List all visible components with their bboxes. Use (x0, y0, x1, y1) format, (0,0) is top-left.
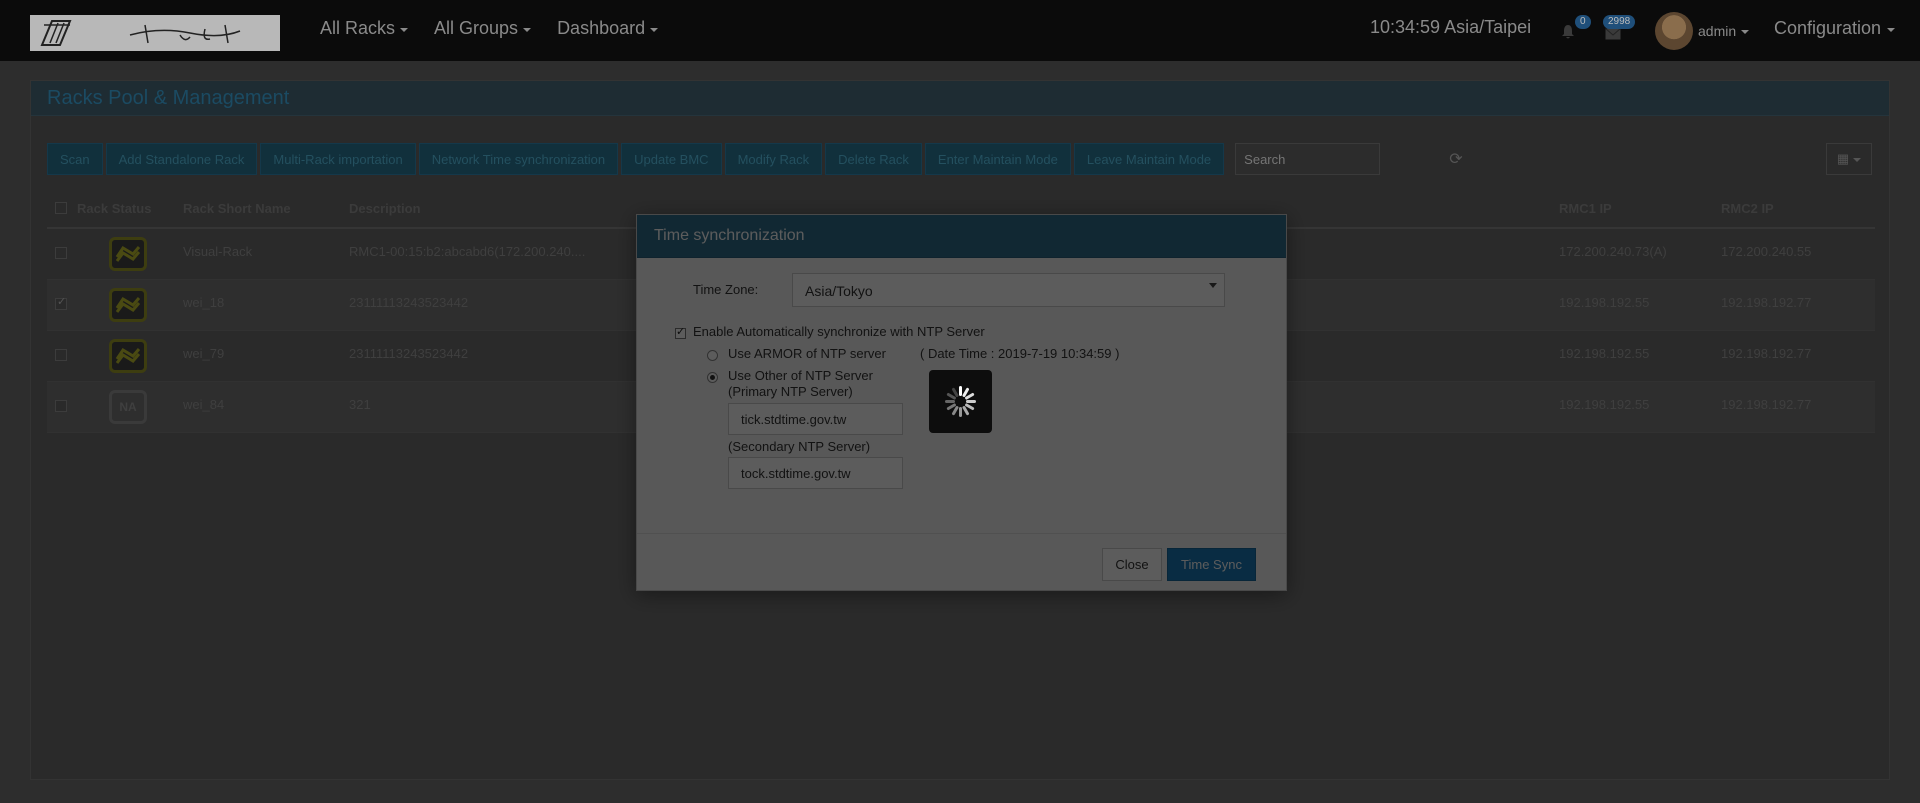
menu-all-groups[interactable]: All Groups (434, 18, 532, 39)
use-other-ntp-radio[interactable] (707, 372, 718, 383)
header-rack-name[interactable]: Rack Short Name (183, 201, 291, 216)
header-rmc1-ip[interactable]: RMC1 IP (1559, 201, 1612, 216)
menu-dashboard[interactable]: Dashboard (557, 18, 659, 39)
user-menu[interactable]: admin (1698, 23, 1750, 39)
leave-maintain-mode-button[interactable]: Leave Maintain Mode (1073, 143, 1225, 175)
rack-rmc2-ip: 172.200.240.55 (1721, 244, 1812, 259)
select-all-checkbox[interactable] (55, 202, 67, 214)
menu-dashboard-label: Dashboard (557, 18, 646, 38)
delete-rack-button[interactable]: Delete Rack (825, 143, 922, 175)
header-description[interactable]: Description (349, 201, 421, 216)
loading-spinner (929, 370, 992, 433)
date-time-readout: ( Date Time : 2019-7-19 10:34:59 ) (920, 346, 1120, 361)
alerts-badge[interactable]: 0 (1575, 15, 1591, 29)
chevron-down-icon (1741, 30, 1750, 34)
main-menu: All Racks All Groups Dashboard (320, 18, 659, 39)
header-rack-status[interactable]: Rack Status (77, 201, 151, 216)
rack-status-na-icon: NA (109, 390, 147, 424)
chevron-down-icon (1209, 283, 1217, 288)
configuration-label: Configuration (1774, 18, 1882, 38)
menu-all-racks[interactable]: All Racks (320, 18, 409, 39)
timezone-select[interactable]: Asia/Tokyo (792, 273, 1225, 307)
grid-icon: ▦ (1836, 151, 1850, 166)
update-bmc-button[interactable]: Update BMC (621, 143, 722, 175)
rack-toolbar: Scan Add Standalone Rack Multi-Rack impo… (47, 143, 1381, 175)
enter-maintain-mode-button[interactable]: Enter Maintain Mode (924, 143, 1071, 175)
close-button[interactable]: Close (1102, 548, 1162, 581)
multi-rack-import-button[interactable]: Multi-Rack importation (260, 143, 416, 175)
rack-description: 321 (349, 397, 371, 412)
rack-rmc1-ip: 192.198.192.55 (1559, 397, 1650, 412)
chevron-down-icon (1887, 27, 1896, 32)
envelope-icon[interactable] (1605, 28, 1621, 40)
row-checkbox[interactable] (55, 349, 67, 361)
configuration-menu[interactable]: Configuration (1774, 18, 1896, 39)
user-name: admin (1698, 23, 1737, 39)
rack-name: wei_79 (183, 346, 225, 361)
rack-rmc2-ip: 192.198.192.77 (1721, 397, 1812, 412)
bell-icon[interactable] (1560, 24, 1576, 40)
brand-logo[interactable] (30, 15, 280, 51)
modify-rack-button[interactable]: Modify Rack (724, 143, 823, 175)
menu-all-groups-label: All Groups (434, 18, 519, 38)
menu-all-racks-label: All Racks (320, 18, 396, 38)
rack-description: 23111113243523442 (349, 346, 469, 361)
rack-name: wei_18 (183, 295, 225, 310)
rack-description: 23111113243523442 (349, 295, 469, 310)
page-title: Racks Pool & Management (47, 87, 290, 109)
primary-ntp-input[interactable] (728, 403, 903, 435)
time-sync-button[interactable]: Time Sync (1167, 548, 1256, 581)
columns-toggle-button[interactable]: ▦ (1826, 143, 1872, 175)
use-armor-ntp-label[interactable]: Use ARMOR of NTP server (728, 346, 886, 361)
panel-header: Racks Pool & Management (31, 81, 1889, 116)
chevron-down-icon (650, 27, 659, 32)
use-armor-ntp-radio[interactable] (707, 350, 718, 361)
top-navbar: All Racks All Groups Dashboard 10:34:59 … (0, 0, 1920, 61)
search-input[interactable] (1235, 143, 1381, 175)
rack-name: wei_84 (183, 397, 225, 412)
refresh-icon: ⟳ (1449, 151, 1463, 168)
network-time-sync-button[interactable]: Network Time synchronization (418, 143, 619, 175)
rack-rmc2-ip: 192.198.192.77 (1721, 346, 1812, 361)
chevron-down-icon (1853, 158, 1862, 162)
use-other-ntp-label[interactable]: Use Other of NTP Server (728, 368, 873, 383)
row-checkbox[interactable] (55, 400, 67, 412)
modal-footer: Close Time Sync (637, 533, 1286, 592)
add-standalone-rack-button[interactable]: Add Standalone Rack (105, 143, 258, 175)
rack-status-ok-icon (109, 288, 147, 322)
rack-rmc1-ip: 172.200.240.73(A) (1559, 244, 1667, 259)
rack-status-ok-icon (109, 237, 147, 271)
spinner-icon (945, 386, 976, 417)
row-checkbox[interactable] (55, 295, 67, 310)
secondary-ntp-input[interactable] (728, 457, 903, 489)
avatar[interactable] (1655, 12, 1693, 50)
chevron-down-icon (400, 27, 409, 32)
enable-ntp-label[interactable]: Enable Automatically synchronize with NT… (693, 324, 985, 339)
rack-rmc1-ip: 192.198.192.55 (1559, 295, 1650, 310)
header-rmc2-ip[interactable]: RMC2 IP (1721, 201, 1774, 216)
scan-button[interactable]: Scan (47, 143, 103, 175)
rack-name: Visual-Rack (183, 244, 253, 259)
modal-header: Time synchronization (637, 215, 1286, 258)
server-clock: 10:34:59 Asia/Taipei (1370, 17, 1532, 37)
timezone-label: Time Zone: (693, 282, 759, 297)
rack-status-ok-icon (109, 339, 147, 373)
secondary-ntp-label: (Secondary NTP Server) (728, 439, 871, 454)
rack-rmc2-ip: 192.198.192.77 (1721, 295, 1812, 310)
primary-ntp-label: (Primary NTP Server) (728, 384, 853, 399)
refresh-button[interactable]: ⟳ (1438, 143, 1474, 175)
chevron-down-icon (523, 27, 532, 32)
events-badge[interactable]: 2998 (1603, 15, 1636, 29)
modal-title: Time synchronization (654, 227, 805, 244)
row-checkbox[interactable] (55, 247, 67, 259)
rack-rmc1-ip: 192.198.192.55 (1559, 346, 1650, 361)
enable-ntp-checkbox[interactable] (675, 325, 686, 339)
rack-description: RMC1-00:15:b2:abcabd6(172.200.240.... (349, 244, 586, 259)
